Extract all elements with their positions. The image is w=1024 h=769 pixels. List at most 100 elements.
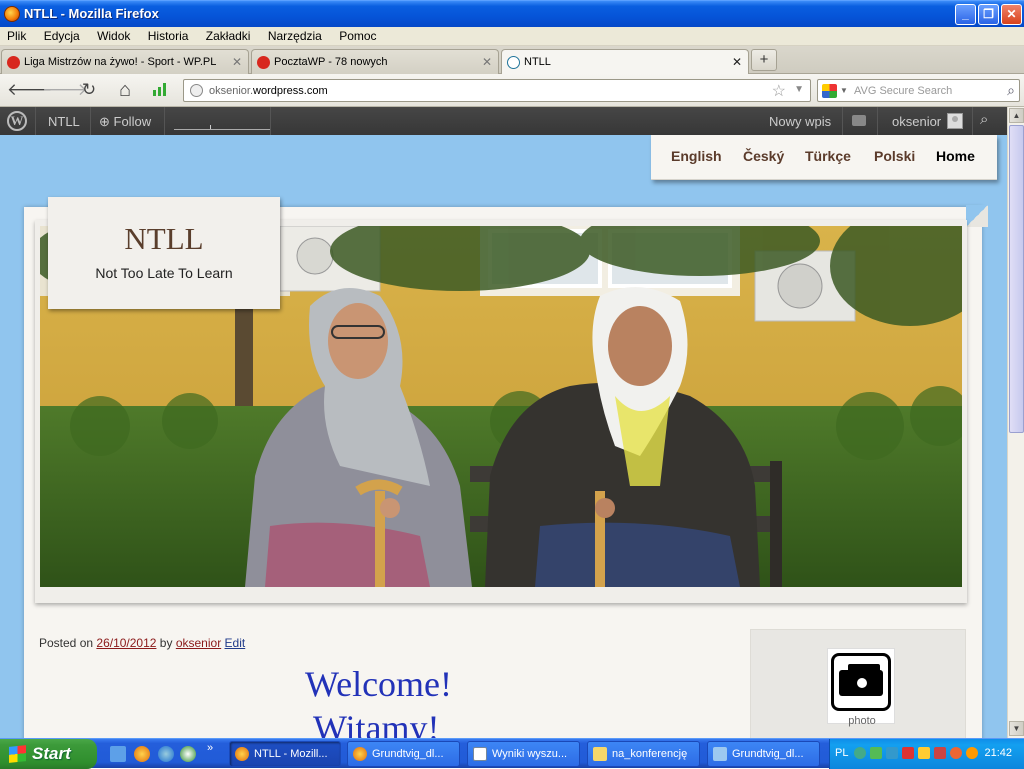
taskbar-button-wyniki[interactable]: Wyniki wyszu... — [467, 741, 580, 767]
menu-plik[interactable]: Plik — [0, 27, 33, 43]
post-date-link[interactable]: 26/10/2012 — [96, 636, 156, 650]
site-identity-icon[interactable] — [190, 84, 203, 97]
menu-home[interactable]: Home — [936, 148, 975, 164]
wordpress-admin-bar: W NTLL ⊕ Follow Nowy wpis oksenior ⌕ — [0, 107, 1007, 135]
firefox-icon — [353, 747, 367, 761]
avg-search-engine-icon[interactable] — [822, 84, 837, 98]
tab-ntll[interactable]: NTLL ✕ — [501, 49, 749, 75]
menu-polski[interactable]: Polski — [874, 148, 915, 164]
start-button[interactable]: Start — [0, 739, 97, 769]
menu-pomoc[interactable]: Pomoc — [332, 27, 383, 43]
wp-heart-icon — [257, 56, 270, 69]
stats-sparkline[interactable] — [174, 120, 270, 130]
menu-narzedzia[interactable]: Narzędzia — [261, 27, 329, 43]
separator — [842, 107, 843, 135]
tray-app-icon-3[interactable] — [950, 747, 962, 759]
tab-label: PocztaWP - 78 nowych — [274, 56, 388, 68]
tray-app-icon-2[interactable] — [934, 747, 946, 759]
firefox-quicklaunch-icon[interactable] — [134, 746, 150, 762]
page-curl — [966, 205, 988, 227]
clock[interactable]: 21:42 — [984, 747, 1012, 759]
post-title-welcome: Welcome! — [305, 664, 453, 704]
menu-english[interactable]: English — [671, 148, 722, 164]
close-button[interactable]: ✕ — [1001, 4, 1022, 25]
menu-widok[interactable]: Widok — [90, 27, 137, 43]
tray-expand-icon[interactable] — [854, 747, 866, 759]
menu-historia[interactable]: Historia — [141, 27, 196, 43]
security-shield-icon[interactable] — [918, 747, 930, 759]
signal-bars-icon[interactable] — [150, 80, 172, 100]
search-placeholder: AVG Secure Search — [854, 85, 953, 97]
new-post-link[interactable]: Nowy wpis — [769, 107, 831, 135]
firefox-icon — [235, 747, 249, 761]
tab-close-icon[interactable]: ✕ — [232, 55, 242, 69]
tab-label: NTLL — [524, 56, 551, 68]
avatar[interactable] — [947, 113, 963, 129]
menu-edycja[interactable]: Edycja — [37, 27, 87, 43]
tab-poczta-wp[interactable]: PocztaWP - 78 nowych ✕ — [251, 49, 499, 74]
site-title[interactable]: NTLL — [48, 221, 280, 257]
menu-cesky[interactable]: Český — [743, 148, 784, 164]
url-text[interactable]: oksenior.wordpress.com — [209, 85, 328, 97]
media-player-icon[interactable] — [180, 746, 196, 762]
follow-button[interactable]: ⊕ Follow — [99, 107, 151, 135]
separator — [90, 107, 91, 135]
posted-on-label: Posted on — [39, 636, 94, 650]
scroll-down-icon[interactable]: ▼ — [1009, 721, 1024, 736]
taskbar-button-grundtvig-1[interactable]: Grundtvig_dl... — [347, 741, 460, 767]
new-tab-button[interactable]: + — [751, 49, 777, 71]
language-indicator[interactable]: PL — [835, 747, 848, 759]
post-author-link[interactable]: oksenior — [176, 636, 221, 650]
wordpress-logo-icon[interactable]: W — [7, 111, 27, 131]
maximize-button[interactable]: ❐ — [978, 4, 999, 25]
admin-search-icon[interactable]: ⌕ — [980, 111, 988, 128]
search-bar[interactable]: ▼ AVG Secure Search ⌕ — [817, 79, 1020, 102]
address-bar[interactable]: oksenior.wordpress.com ☆ ▼ — [183, 79, 811, 102]
title-bar: NTLL - Mozilla Firefox _ ❐ ✕ — [0, 0, 1024, 27]
windows-taskbar: Start » NTLL - Mozill... Grundtvig_dl...… — [0, 738, 1024, 769]
engine-dropdown-icon[interactable]: ▼ — [840, 86, 848, 95]
tray-app-icon[interactable] — [886, 747, 898, 759]
windows-logo-icon — [9, 745, 26, 763]
reload-button[interactable]: ↻ — [78, 80, 100, 100]
taskbar-button-folder[interactable]: na_konferencję — [587, 741, 700, 767]
show-desktop-icon[interactable] — [110, 746, 126, 762]
url-dropdown-icon[interactable]: ▼ — [794, 84, 804, 95]
notifications-icon[interactable] — [852, 115, 866, 126]
tab-close-icon[interactable]: ✕ — [482, 55, 492, 69]
network-icon[interactable] — [870, 747, 882, 759]
quicklaunch-more-icon[interactable]: » — [207, 742, 213, 754]
vertical-scrollbar[interactable]: ▲ ▼ — [1007, 107, 1024, 738]
back-button[interactable]: 🡐 — [7, 80, 53, 100]
user-menu-link[interactable]: oksenior — [892, 107, 941, 135]
menu-zakladki[interactable]: Zakładki — [199, 27, 258, 43]
taskbar-button-firefox[interactable]: NTLL - Mozill... — [229, 741, 341, 767]
photo-link[interactable]: photo — [827, 648, 895, 727]
tab-close-icon[interactable]: ✕ — [732, 55, 742, 69]
post-title-witamy: Witamy! — [313, 708, 440, 738]
separator — [877, 107, 878, 135]
bookmark-star-icon[interactable]: ☆ — [772, 81, 786, 101]
post-edit-link[interactable]: Edit — [225, 636, 246, 650]
taskbar-label: na_konferencję — [612, 748, 688, 760]
scroll-thumb[interactable] — [1009, 125, 1024, 433]
scroll-up-icon[interactable]: ▲ — [1009, 108, 1024, 123]
minimize-button[interactable]: _ — [955, 4, 976, 25]
separator — [972, 107, 973, 135]
forward-button[interactable]: 🡒 — [42, 80, 88, 100]
tray-app-icon-4[interactable] — [966, 747, 978, 759]
menu-bar: Plik Edycja Widok Historia Zakładki Narz… — [0, 27, 1024, 46]
search-icon[interactable]: ⌕ — [1007, 82, 1015, 99]
tab-liga-mistrzow[interactable]: Liga Mistrzów na żywo! - Sport - WP.PL ✕ — [1, 49, 249, 74]
system-tray: PL 21:42 — [829, 739, 1024, 769]
photo-widget: photo — [750, 629, 966, 738]
adobe-icon[interactable] — [902, 747, 914, 759]
menu-turkce[interactable]: Türkçe — [805, 148, 851, 164]
photo-caption: photo — [848, 715, 876, 727]
home-button[interactable]: ⌂ — [114, 80, 136, 100]
taskbar-button-grundtvig-2[interactable]: Grundtvig_dl... — [707, 741, 820, 767]
folder-icon — [593, 747, 607, 761]
admin-bar-site-link[interactable]: NTLL — [48, 107, 80, 135]
site-title-card: NTLL Not Too Late To Learn — [48, 197, 280, 309]
ie-quicklaunch-icon[interactable] — [158, 746, 174, 762]
